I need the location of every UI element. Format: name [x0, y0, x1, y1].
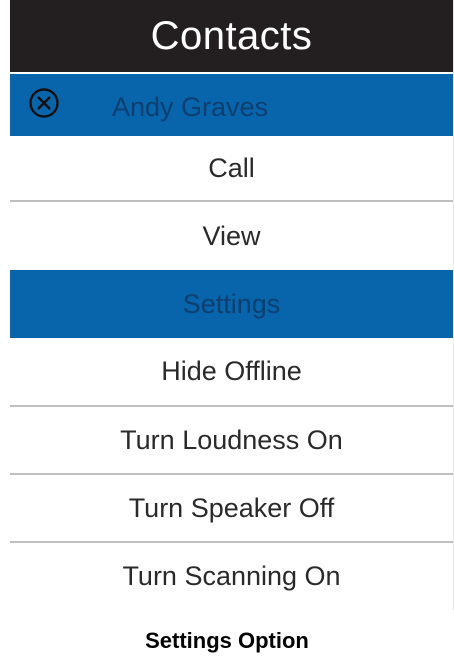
contact-row-andy-graves[interactable]: Andy Graves — [10, 74, 453, 136]
menu-item-turn-speaker-off[interactable]: Turn Speaker Off — [10, 475, 453, 543]
menu-item-call[interactable]: Call — [10, 136, 453, 202]
menu-item-settings-label: Settings — [182, 288, 281, 319]
menu-item-hide-offline-label: Hide Offline — [161, 356, 302, 386]
menu-item-view[interactable]: View — [10, 202, 453, 270]
menu-item-view-label: View — [202, 220, 261, 251]
page-title: Contacts — [10, 0, 453, 72]
menu-item-turn-scanning-on-label: Turn Scanning On — [122, 561, 341, 591]
menu-item-turn-loudness-on-label: Turn Loudness On — [120, 424, 343, 455]
menu-item-settings[interactable]: Settings — [10, 270, 453, 338]
device-screen: Contacts Andy Graves Call View Settings … — [10, 0, 454, 610]
menu-item-call-label: Call — [208, 152, 255, 183]
figure-caption: Settings Option — [145, 628, 309, 653]
cancel-circle-icon[interactable] — [28, 87, 60, 119]
menu-item-turn-scanning-on[interactable]: Turn Scanning On — [10, 543, 453, 610]
menu-item-turn-speaker-off-label: Turn Speaker Off — [128, 492, 335, 523]
menu-item-hide-offline[interactable]: Hide Offline — [10, 338, 453, 407]
contact-name: Andy Graves — [112, 92, 269, 122]
menu-item-turn-loudness-on[interactable]: Turn Loudness On — [10, 407, 453, 475]
